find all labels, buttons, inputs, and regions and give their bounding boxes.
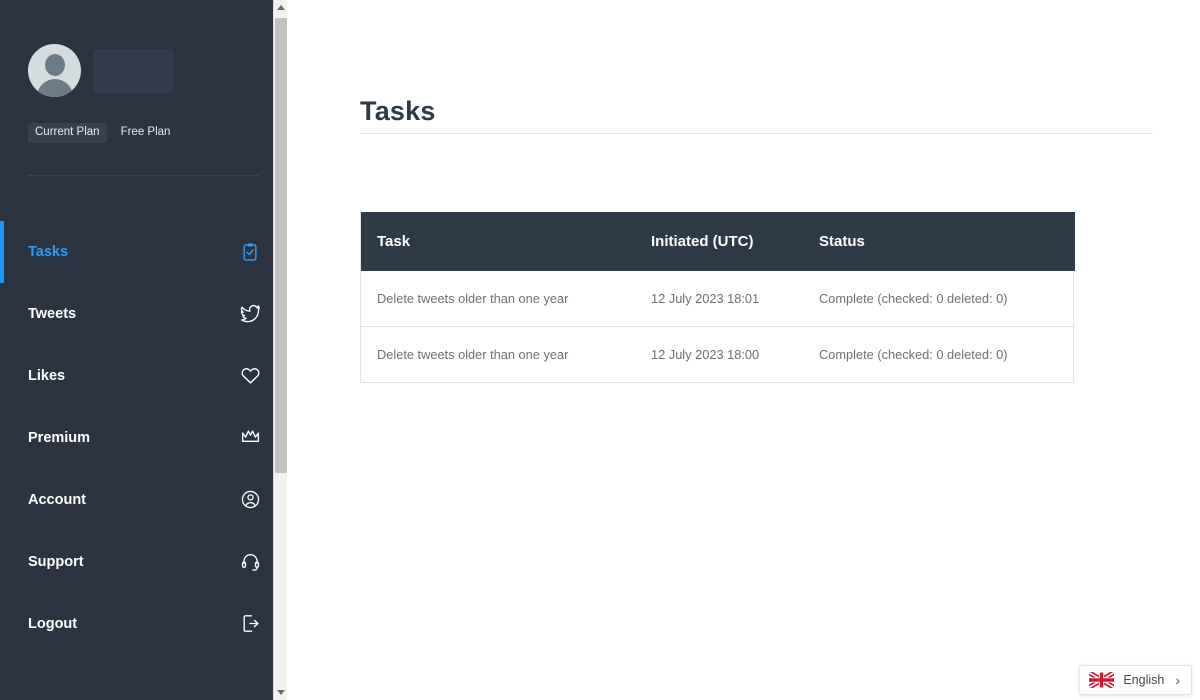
clipboard-check-icon xyxy=(239,241,261,263)
scrollbar-thumb[interactable] xyxy=(275,18,287,473)
sidebar-scrollbar[interactable] xyxy=(273,0,287,700)
tasks-table-body: Delete tweets older than one year 12 Jul… xyxy=(361,271,1075,382)
column-header-task: Task xyxy=(361,212,651,271)
language-label: English xyxy=(1123,672,1165,687)
chevron-right-icon: › xyxy=(1175,672,1180,688)
sidebar-item-label: Logout xyxy=(28,615,78,632)
main-content: Tasks Task Initiated (UTC) Status Delete… xyxy=(287,0,1200,700)
sidebar-divider xyxy=(28,174,259,176)
headset-icon xyxy=(239,551,261,573)
sidebar-item-label: Account xyxy=(28,491,86,508)
language-selector[interactable]: English › xyxy=(1079,665,1192,695)
heart-icon xyxy=(239,365,261,387)
cell-status: Complete (checked: 0 deleted: 0) xyxy=(819,291,1008,306)
sidebar-item-premium[interactable]: Premium xyxy=(0,407,287,469)
user-circle-icon xyxy=(239,489,261,511)
sidebar-item-tasks[interactable]: Tasks xyxy=(0,220,287,283)
scroll-down-arrow-icon[interactable] xyxy=(274,685,287,700)
sidebar-item-label: Tweets xyxy=(28,305,77,322)
column-header-initiated: Initiated (UTC) xyxy=(651,212,819,271)
username-redacted-block xyxy=(93,48,173,93)
tasks-table: Task Initiated (UTC) Status Delete tweet… xyxy=(361,212,1075,382)
title-divider xyxy=(360,133,1153,134)
union-jack-flag-icon xyxy=(1088,670,1116,690)
plan-value-label: Free Plan xyxy=(120,126,171,138)
crown-icon xyxy=(239,427,261,449)
sidebar: Current Plan Free Plan Tasks Tweets Like… xyxy=(0,0,287,700)
sidebar-item-tweets[interactable]: Tweets xyxy=(0,283,287,345)
tasks-table-head: Task Initiated (UTC) Status xyxy=(361,212,1075,271)
profile-section xyxy=(0,0,287,97)
sidebar-item-support[interactable]: Support xyxy=(0,531,287,593)
sidebar-item-label: Premium xyxy=(28,429,91,446)
sidebar-item-label: Tasks xyxy=(28,243,69,260)
twitter-bird-icon xyxy=(239,303,261,325)
cell-task: Delete tweets older than one year xyxy=(377,291,569,306)
cell-initiated: 12 July 2023 18:01 xyxy=(651,291,760,306)
scroll-up-arrow-icon[interactable] xyxy=(274,0,287,15)
tasks-table-container: Task Initiated (UTC) Status Delete tweet… xyxy=(360,212,1075,383)
sidebar-item-label: Support xyxy=(28,553,84,570)
user-avatar-icon xyxy=(28,44,81,97)
app-root: Current Plan Free Plan Tasks Tweets Like… xyxy=(0,0,1200,700)
sidebar-item-label: Likes xyxy=(28,367,66,384)
scroll-up-triangle xyxy=(277,5,285,10)
avatar-body-shape xyxy=(36,79,73,97)
sidebar-item-likes[interactable]: Likes xyxy=(0,345,287,407)
logout-door-icon xyxy=(239,613,261,635)
cell-initiated: 12 July 2023 18:00 xyxy=(651,326,819,382)
page-title: Tasks xyxy=(360,96,436,127)
table-header-row: Task Initiated (UTC) Status xyxy=(361,212,1075,271)
sidebar-item-account[interactable]: Account xyxy=(0,469,287,531)
cell-status: Complete (checked: 0 deleted: 0) xyxy=(819,326,1075,382)
table-row: Delete tweets older than one year 12 Jul… xyxy=(361,326,1075,382)
column-header-status: Status xyxy=(819,212,1075,271)
avatar-head-shape xyxy=(44,54,65,76)
plan-row: Current Plan Free Plan xyxy=(0,97,287,143)
cell-task: Delete tweets older than one year xyxy=(361,326,651,382)
current-plan-badge: Current Plan xyxy=(28,123,107,143)
sidebar-item-logout[interactable]: Logout xyxy=(0,593,287,655)
scroll-down-triangle xyxy=(277,690,285,695)
sidebar-nav: Tasks Tweets Likes Premium Account Suppo… xyxy=(0,220,287,655)
table-row: Delete tweets older than one year 12 Jul… xyxy=(361,271,1075,327)
